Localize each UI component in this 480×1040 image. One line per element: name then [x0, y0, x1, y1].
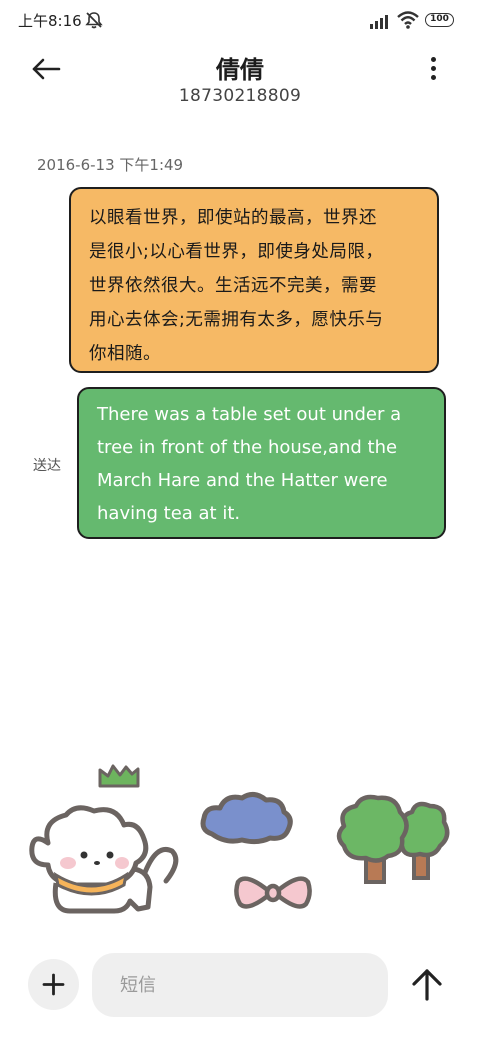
contact-number: 18730218809: [178, 86, 302, 106]
battery-level: 100: [430, 14, 449, 24]
mute-icon: [85, 12, 103, 29]
message-line: There was a table set out under a: [97, 404, 402, 425]
delivery-status: 送达: [33, 458, 61, 474]
puppy-illustration: [29, 805, 179, 914]
contact-name: 倩倩: [216, 56, 264, 84]
message-line: having tea at it.: [97, 503, 241, 524]
send-button[interactable]: [408, 965, 446, 1005]
signal-icon: [370, 15, 388, 29]
bow-illustration: [234, 876, 312, 909]
message-timestamp: 2016-6-13 下午1:49: [37, 156, 184, 174]
message-line: March Hare and the Hatter were: [97, 470, 388, 491]
message-line: 是很小;以心看世界，即使身处局限，: [89, 242, 384, 262]
back-button[interactable]: [28, 52, 64, 86]
arrow-up-icon: [412, 969, 442, 1001]
message-line: 用心去体会;无需拥有太多，愿快乐与: [89, 310, 384, 330]
more-vertical-icon: [431, 57, 436, 62]
more-options-button[interactable]: [420, 54, 446, 84]
message-line: tree in front of the house,and the: [97, 437, 398, 458]
received-message-bubble[interactable]: 以眼看世界，即使站的最高，世界还 是很小;以心看世界，即使身处局限， 世界依然很…: [69, 187, 439, 373]
grass-illustration: [98, 764, 140, 788]
plus-icon: [42, 973, 65, 996]
status-time: 上午8:16: [18, 12, 82, 30]
battery-icon: 100: [425, 13, 454, 27]
status-bar: 上午8:16 100: [0, 0, 480, 40]
trees-illustration: [336, 794, 450, 884]
wifi-icon: [397, 11, 419, 29]
arrow-left-icon: [32, 58, 61, 80]
add-attachment-button[interactable]: [28, 959, 79, 1010]
cloud-illustration: [200, 792, 293, 845]
message-line: 以眼看世界，即使站的最高，世界还: [89, 208, 377, 228]
sent-message-bubble[interactable]: There was a table set out under a tree i…: [77, 387, 446, 539]
message-input[interactable]: [92, 953, 388, 1017]
message-line: 世界依然很大。生活远不完美，需要: [89, 276, 377, 296]
message-line: 你相随。: [89, 344, 161, 364]
